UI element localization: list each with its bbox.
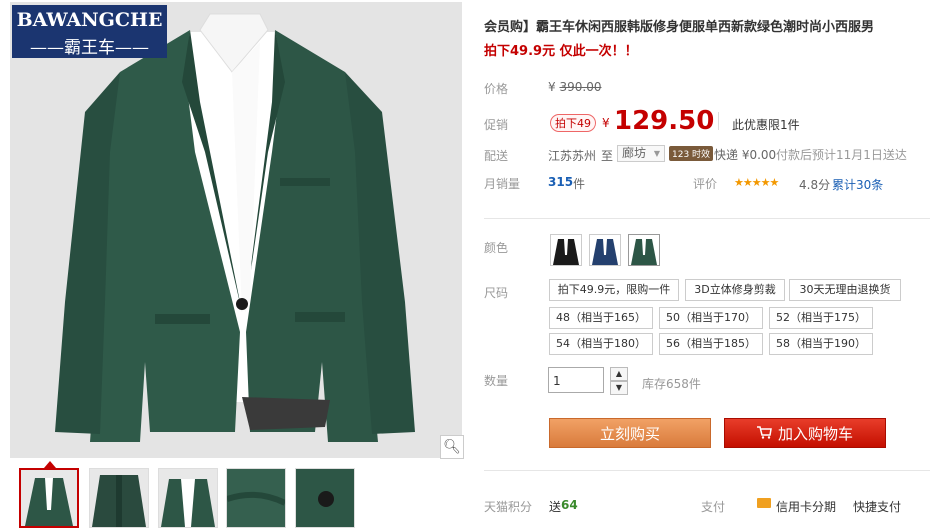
- brand-logo-text-en: BAWANGCHE: [16, 9, 163, 31]
- size-option-50[interactable]: 50（相当于170）: [659, 307, 763, 329]
- quantity-input[interactable]: 1: [548, 367, 604, 393]
- credit-card-icon: [757, 498, 771, 508]
- size-option-52[interactable]: 52（相当于175）: [769, 307, 873, 329]
- destination-select[interactable]: 廊坊 ▼: [617, 145, 666, 162]
- points-prefix: 送: [549, 500, 562, 514]
- divider: [484, 218, 930, 219]
- sales-label: 月销量: [484, 177, 521, 191]
- brand-logo-text-cn: ——霸王车——: [30, 38, 149, 58]
- thumbnail-4[interactable]: [226, 468, 286, 528]
- review-count-link[interactable]: 累计30条: [832, 176, 883, 193]
- size-tag-1[interactable]: 拍下49.9元，限购一件: [549, 279, 679, 301]
- price-label: 价格: [484, 82, 509, 96]
- main-product-image[interactable]: [10, 2, 462, 458]
- quantity-label: 数量: [484, 374, 509, 388]
- shipping-label: 配送: [484, 149, 509, 163]
- stock-count: 库存658件: [642, 377, 701, 391]
- size-label: 尺码: [484, 286, 509, 300]
- add-to-cart-label: 加入购物车: [777, 425, 853, 443]
- points-label: 天猫积分: [484, 500, 533, 514]
- product-subtitle: 拍下49.9元 仅此一次！！: [484, 44, 638, 59]
- currency-symbol: ¥: [548, 80, 556, 94]
- quantity-increase-button[interactable]: ▲: [610, 367, 628, 381]
- zoom-magnifier-icon[interactable]: 🔍︎: [440, 435, 464, 459]
- buy-now-button[interactable]: 立刻购买: [549, 418, 711, 448]
- thumbnail-3[interactable]: [158, 468, 218, 528]
- size-option-56[interactable]: 56（相当于185）: [659, 333, 763, 355]
- original-price-value: 390.00: [559, 80, 602, 94]
- ship-to-word: 至: [601, 149, 614, 163]
- chevron-down-icon: ▼: [653, 149, 661, 158]
- destination-value: 廊坊: [622, 146, 647, 160]
- promo-tag: 拍下49: [550, 114, 596, 132]
- rating-stars-icon: ★★★★★: [734, 176, 779, 189]
- thumbnail-2[interactable]: [89, 468, 149, 528]
- color-option-black[interactable]: [550, 234, 582, 266]
- shipping-eta: 付款后预计11月1日送达: [776, 148, 907, 162]
- color-option-green[interactable]: [628, 234, 660, 266]
- size-option-54[interactable]: 54（相当于180）: [549, 333, 653, 355]
- quantity-decrease-button[interactable]: ▼: [610, 381, 628, 395]
- size-tag-2[interactable]: 3D立体修身剪裁: [685, 279, 785, 301]
- size-option-48[interactable]: 48（相当于165）: [549, 307, 653, 329]
- promo-price: 129.50: [614, 106, 715, 136]
- cart-icon: [756, 419, 772, 449]
- rating-label: 评价: [693, 177, 718, 191]
- rating-score: 4.8分: [799, 178, 831, 192]
- size-option-58[interactable]: 58（相当于190）: [769, 333, 873, 355]
- divider: [718, 112, 719, 130]
- timeliness-badge: 123 时效: [669, 146, 714, 161]
- ship-from: 江苏苏州: [548, 149, 597, 163]
- shipping-fee: 快递 ¥0.00: [714, 148, 777, 162]
- promo-currency: ¥: [602, 116, 610, 130]
- product-title: 会员购】霸王车休闲西服韩版修身便服单西新款绿色潮时尚小西服男: [484, 20, 875, 35]
- credit-installment-link[interactable]: 信用卡分期: [776, 498, 836, 515]
- sales-count: 315: [548, 175, 574, 189]
- thumbnail-selected-arrow: [44, 461, 56, 468]
- size-tag-3[interactable]: 30天无理由退换货: [789, 279, 901, 301]
- brand-logo: BAWANGCHE ——霸王车——: [12, 5, 167, 58]
- jacket-illustration: [55, 13, 415, 442]
- add-to-cart-button[interactable]: 加入购物车: [724, 418, 886, 448]
- color-label: 颜色: [484, 241, 509, 255]
- points-value: 64: [561, 498, 578, 512]
- original-price: ¥ 390.00: [548, 80, 601, 94]
- promo-note: 此优惠限1件: [732, 118, 800, 132]
- color-option-blue[interactable]: [589, 234, 621, 266]
- thumbnail-5[interactable]: [295, 468, 355, 528]
- promo-label: 促销: [484, 118, 509, 132]
- sales-unit: 件: [573, 177, 586, 191]
- thumbnail-1[interactable]: [19, 468, 79, 528]
- divider: [484, 470, 930, 471]
- quick-pay-link[interactable]: 快捷支付: [853, 498, 901, 515]
- payment-label: 支付: [701, 500, 726, 514]
